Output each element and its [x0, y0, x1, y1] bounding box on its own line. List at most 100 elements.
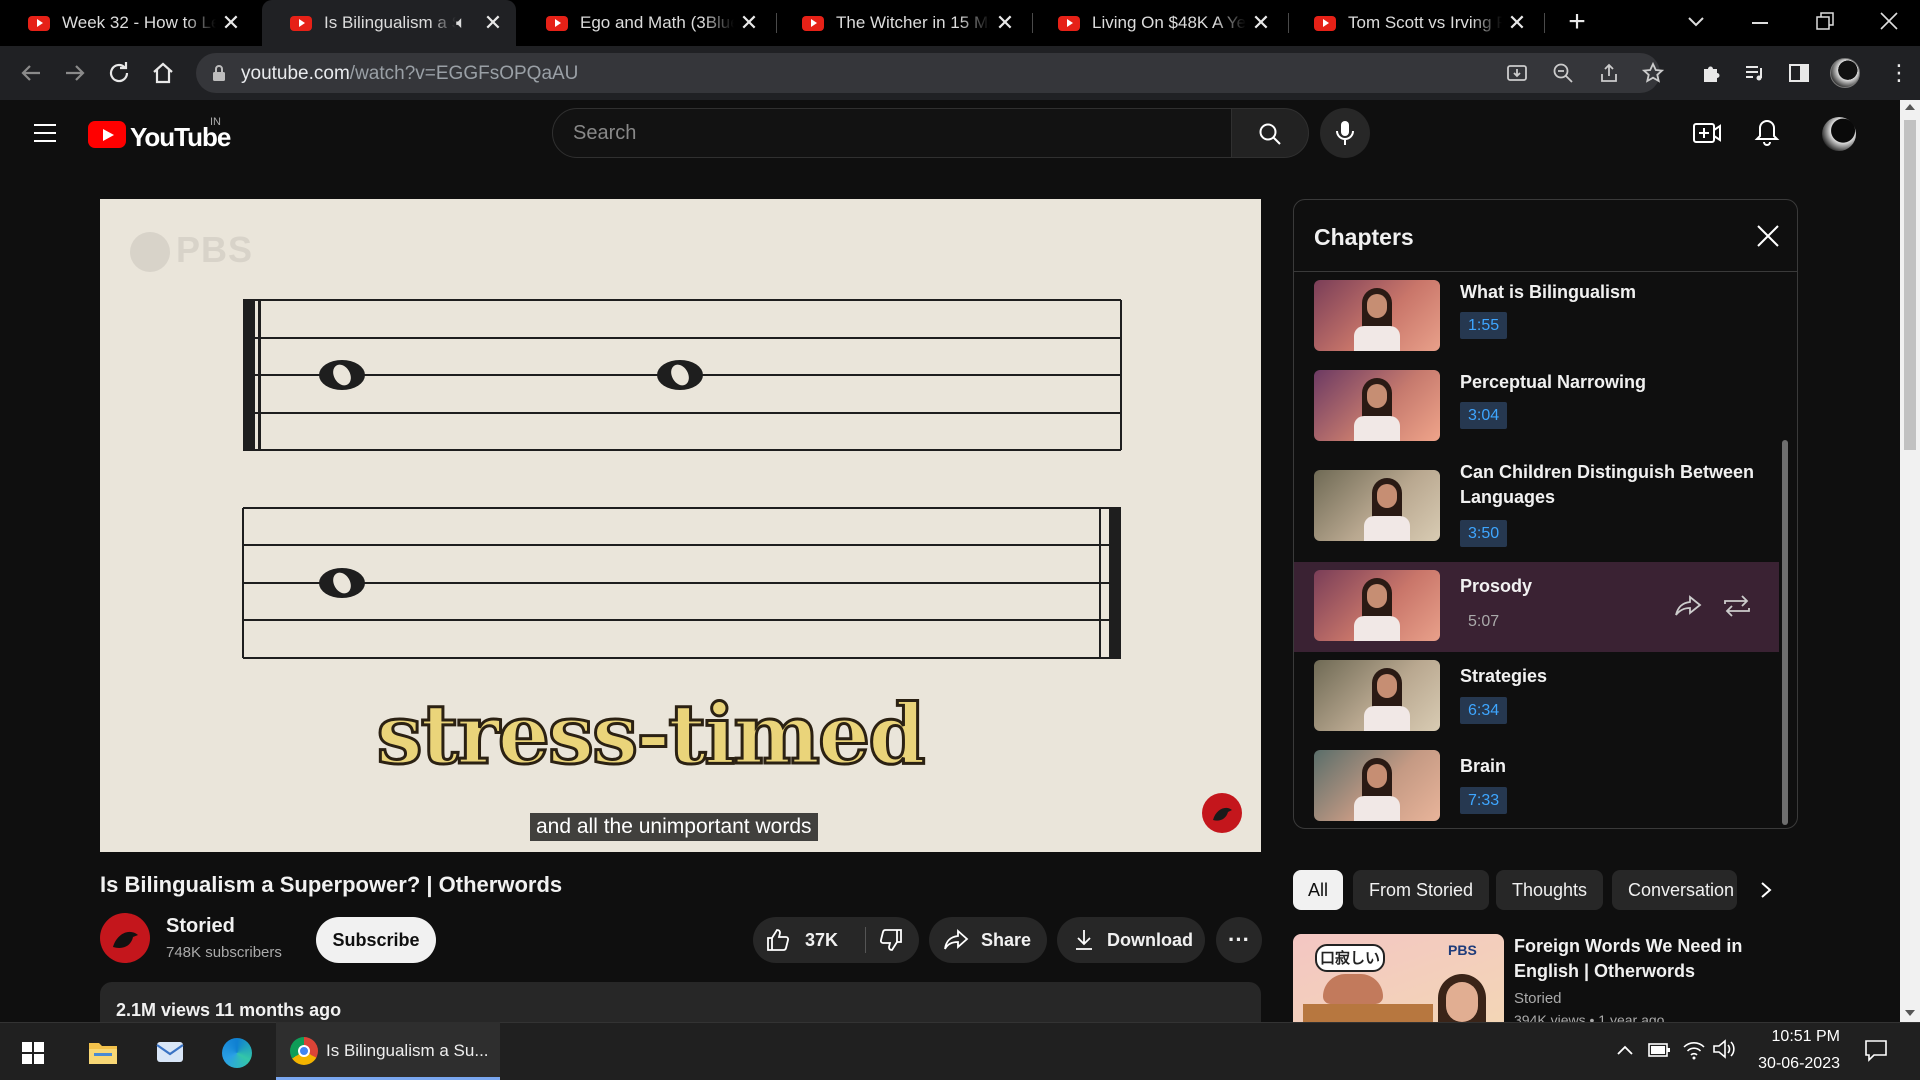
share-chapter-icon[interactable] — [1674, 594, 1702, 618]
reload-icon[interactable] — [104, 58, 134, 88]
video-player[interactable]: PBS stress-timed and all the unimportant… — [100, 199, 1261, 852]
chip-from-storied[interactable]: From Storied — [1353, 870, 1490, 910]
wifi-icon[interactable] — [1682, 1038, 1706, 1060]
voice-search-button[interactable] — [1320, 108, 1370, 158]
speaker-icon[interactable]: 🔈︎ — [456, 13, 478, 33]
search-input[interactable]: Search — [552, 108, 1232, 158]
taskbar-chrome-button[interactable]: Is Bilingualism a Su... — [276, 1022, 500, 1080]
chapter-timestamp[interactable]: 6:34 — [1460, 697, 1508, 724]
close-window-icon[interactable] — [1880, 12, 1898, 30]
browser-menu-icon[interactable]: ⋮ — [1888, 60, 1910, 86]
chevron-right-icon[interactable] — [1756, 880, 1776, 900]
install-app-icon[interactable] — [1506, 62, 1528, 84]
region-code: IN — [210, 116, 221, 128]
page-scrollbar-thumb[interactable] — [1904, 120, 1916, 450]
taskbar-date[interactable]: 30-06-2023 — [1752, 1055, 1840, 1073]
chapter-timestamp[interactable]: 5:07 — [1460, 608, 1507, 635]
tab-title: The Witcher in 15 Minutes — [836, 13, 990, 32]
chip-all[interactable]: All — [1293, 870, 1343, 910]
close-tab-icon[interactable]: ✕ — [990, 10, 1020, 36]
chapter-timestamp[interactable]: 3:50 — [1460, 520, 1508, 547]
chapter-item[interactable]: Perceptual Narrowing 3:04 — [1294, 362, 1779, 452]
close-tab-icon[interactable]: ✕ — [478, 10, 508, 36]
mail-icon[interactable] — [156, 1039, 186, 1065]
back-icon[interactable] — [16, 58, 46, 88]
browser-tab[interactable]: Living On $48K A Year ✕ — [1030, 0, 1284, 46]
browser-tab[interactable]: The Witcher in 15 Minutes ✕ — [774, 0, 1028, 46]
chapter-item-selected[interactable]: Prosody 5:07 — [1294, 562, 1779, 652]
chapter-item[interactable]: Can Children Distinguish Between Languag… — [1294, 452, 1779, 562]
page-scrollbar[interactable] — [1900, 100, 1920, 1022]
lock-icon[interactable] — [212, 64, 226, 82]
edge-browser-icon[interactable] — [222, 1038, 252, 1068]
download-icon — [1076, 930, 1092, 950]
windows-start-icon[interactable] — [22, 1042, 44, 1064]
search-placeholder: Search — [573, 122, 637, 144]
close-tab-icon[interactable]: ✕ — [1502, 10, 1532, 36]
like-button[interactable]: 37K — [753, 917, 865, 963]
chapter-item[interactable]: Strategies 6:34 — [1294, 652, 1779, 742]
more-actions-button[interactable]: ··· — [1216, 917, 1262, 963]
account-avatar[interactable] — [1822, 117, 1856, 151]
channel-watermark-icon[interactable] — [1202, 793, 1242, 833]
browser-tab[interactable]: Tom Scott vs Irving Finkel ✕ — [1286, 0, 1540, 46]
youtube-logo-icon[interactable] — [88, 121, 126, 148]
chip-conversation[interactable]: Conversation — [1612, 870, 1737, 910]
scroll-up-icon[interactable] — [1905, 104, 1915, 110]
dislike-button[interactable] — [866, 917, 919, 963]
chapter-timestamp[interactable]: 3:04 — [1460, 402, 1508, 429]
chapter-item[interactable]: What is Bilingualism 1:55 — [1294, 272, 1779, 362]
browser-tab-active[interactable]: Is Bilingualism a Super 🔈︎ ✕ — [262, 0, 516, 46]
loop-chapter-icon[interactable] — [1722, 594, 1752, 618]
share-page-icon[interactable] — [1598, 62, 1620, 84]
zoom-icon[interactable] — [1552, 62, 1574, 84]
forward-icon[interactable] — [60, 58, 90, 88]
tray-chevron-up-icon[interactable] — [1616, 1044, 1634, 1056]
hamburger-menu-icon[interactable] — [32, 122, 58, 144]
restore-icon[interactable] — [1816, 12, 1834, 30]
recommended-video-thumbnail[interactable]: 口寂しい PBS — [1293, 934, 1504, 1034]
notifications-bell-icon[interactable] — [1754, 118, 1780, 146]
youtube-header: YouTube IN Search — [0, 100, 1900, 168]
chapter-item[interactable]: Brain 7:33 — [1294, 742, 1779, 828]
browser-tab[interactable]: Week 32 - How to Learn ✕ — [0, 0, 254, 46]
close-icon[interactable] — [1754, 222, 1782, 250]
share-button[interactable]: Share — [929, 917, 1047, 963]
file-explorer-icon[interactable] — [88, 1039, 118, 1065]
taskbar-time[interactable]: 10:51 PM — [1760, 1028, 1840, 1046]
chapter-timestamp[interactable]: 7:33 — [1460, 787, 1508, 814]
media-control-icon[interactable] — [1744, 62, 1766, 84]
new-tab-icon[interactable]: + — [1562, 7, 1592, 38]
close-tab-icon[interactable]: ✕ — [1246, 10, 1276, 36]
notification-center-icon[interactable] — [1864, 1038, 1888, 1062]
close-tab-icon[interactable]: ✕ — [216, 10, 246, 36]
home-icon[interactable] — [148, 58, 178, 88]
chapters-scrollbar[interactable] — [1782, 440, 1788, 825]
scroll-down-icon[interactable] — [1905, 1010, 1915, 1016]
profile-avatar-icon[interactable] — [1830, 58, 1860, 88]
minimize-icon[interactable] — [1752, 22, 1768, 24]
chapters-title: Chapters — [1314, 224, 1414, 250]
chip-thoughts[interactable]: Thoughts — [1496, 870, 1604, 910]
bookmark-star-icon[interactable] — [1642, 62, 1664, 84]
volume-icon[interactable] — [1712, 1038, 1736, 1060]
side-panel-icon[interactable] — [1788, 62, 1810, 84]
subscribe-button[interactable]: Subscribe — [316, 917, 436, 963]
thumbs-down-icon — [879, 929, 902, 951]
channel-avatar[interactable] — [100, 913, 150, 963]
battery-icon[interactable] — [1646, 1040, 1672, 1060]
search-button[interactable] — [1231, 108, 1309, 158]
recommended-channel[interactable]: Storied — [1514, 990, 1562, 1007]
chapter-timestamp[interactable]: 1:55 — [1460, 312, 1508, 339]
tab-search-chevron-icon[interactable] — [1686, 14, 1706, 30]
youtube-favicon-icon — [28, 15, 50, 31]
chapters-panel: Chapters What is Bilingualism 1:55 Perce… — [1293, 199, 1798, 829]
create-video-icon[interactable] — [1692, 120, 1722, 146]
recommended-video-title[interactable]: Foreign Words We Need in English | Other… — [1514, 934, 1774, 984]
browser-tab[interactable]: Ego and Math (3Blue1Brown) ✕ — [518, 0, 772, 46]
channel-name[interactable]: Storied — [166, 915, 235, 938]
download-button[interactable]: Download — [1057, 917, 1205, 963]
close-tab-icon[interactable]: ✕ — [734, 10, 764, 36]
extensions-icon[interactable] — [1700, 62, 1722, 84]
address-bar[interactable]: youtube.com/watch?v=EGGFsOPQaAU — [196, 53, 1664, 93]
